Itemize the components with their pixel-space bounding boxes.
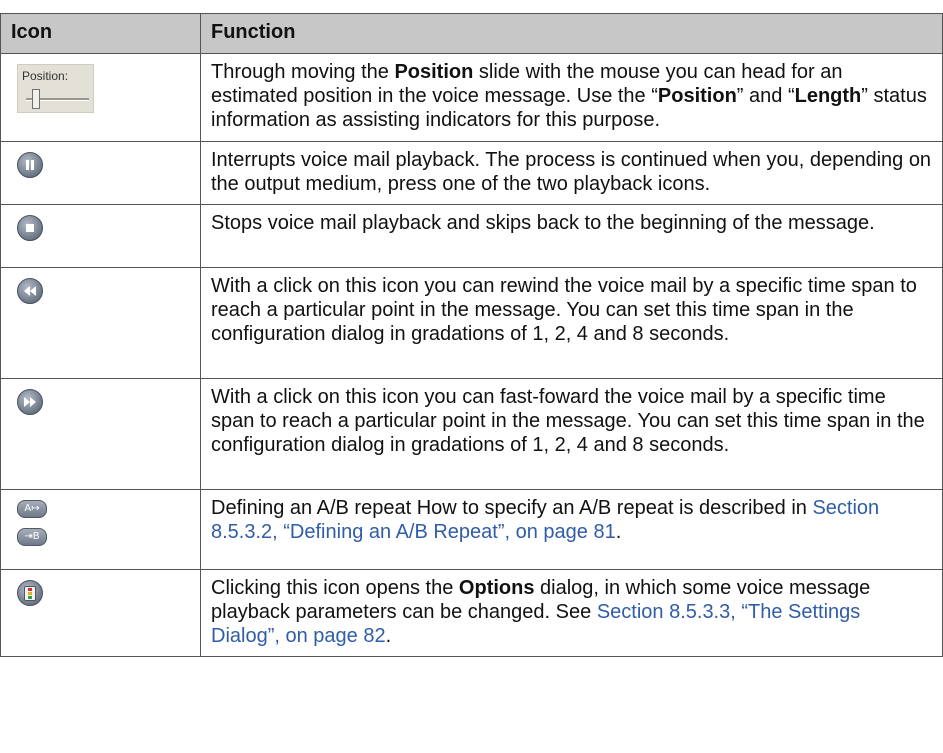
table-row: With a click on this icon you can rewind… — [0, 267, 943, 379]
icon-function-table: Icon Function Position: Through moving t… — [0, 13, 943, 657]
stop-icon — [17, 215, 43, 241]
function-cell: Stops voice mail playback and skips back… — [200, 204, 943, 268]
description-text: With a click on this icon you can fast-f… — [211, 386, 925, 456]
icon-cell: A↦ ⇥B — [0, 489, 201, 570]
description-text: ” and “ — [736, 85, 795, 107]
icon-cell — [0, 141, 201, 205]
description-text: . — [385, 625, 392, 647]
table-row: Clicking this icon opens the Options dia… — [0, 569, 943, 657]
fast-forward-icon — [17, 389, 43, 415]
bold-term: Position — [394, 61, 474, 83]
table-row: Position: Through moving the Position sl… — [0, 53, 943, 142]
description-text: Interrupts voice mail playback. The proc… — [211, 149, 932, 195]
function-cell: Defining an A/B repeat How to specify an… — [200, 489, 943, 570]
bold-term: Position — [657, 85, 737, 107]
function-cell: Interrupts voice mail playback. The proc… — [200, 141, 943, 205]
function-cell: With a click on this icon you can fast-f… — [200, 378, 943, 490]
header-icon: Icon — [0, 13, 201, 54]
description-text: . — [615, 521, 622, 543]
icon-cell — [0, 569, 201, 657]
table-row: With a click on this icon you can fast-f… — [0, 378, 943, 490]
table-header-row: Icon Function — [0, 13, 943, 54]
icon-cell — [0, 267, 201, 379]
position-slider-icon: Position: — [17, 64, 94, 113]
pause-icon — [17, 152, 43, 178]
icon-cell — [0, 378, 201, 490]
ab-repeat-b-icon: ⇥B — [17, 528, 47, 546]
description-text: Clicking this icon opens the — [211, 577, 459, 599]
bold-term: Length — [794, 85, 862, 107]
table-row: A↦ ⇥B Defining an A/B repeat How to spec… — [0, 489, 943, 570]
function-cell: With a click on this icon you can rewind… — [200, 267, 943, 379]
icon-cell — [0, 204, 201, 268]
description-text: Stops voice mail playback and skips back… — [211, 212, 875, 234]
table-row: Interrupts voice mail playback. The proc… — [0, 141, 943, 205]
header-function: Function — [200, 13, 943, 54]
rewind-icon — [17, 278, 43, 304]
description-text: Through moving the — [211, 61, 395, 83]
function-cell: Clicking this icon opens the Options dia… — [200, 569, 943, 657]
function-cell: Through moving the Position slide with t… — [200, 53, 943, 142]
description-text: Defining an A/B repeat How to specify an… — [211, 497, 813, 519]
description-text: With a click on this icon you can rewind… — [211, 275, 917, 345]
settings-icon — [17, 580, 43, 606]
bold-term: Options — [458, 577, 535, 599]
table-row: Stops voice mail playback and skips back… — [0, 204, 943, 268]
ab-repeat-a-icon: A↦ — [17, 500, 47, 518]
slider-label: Position: — [22, 69, 69, 83]
icon-cell: Position: — [0, 53, 201, 142]
